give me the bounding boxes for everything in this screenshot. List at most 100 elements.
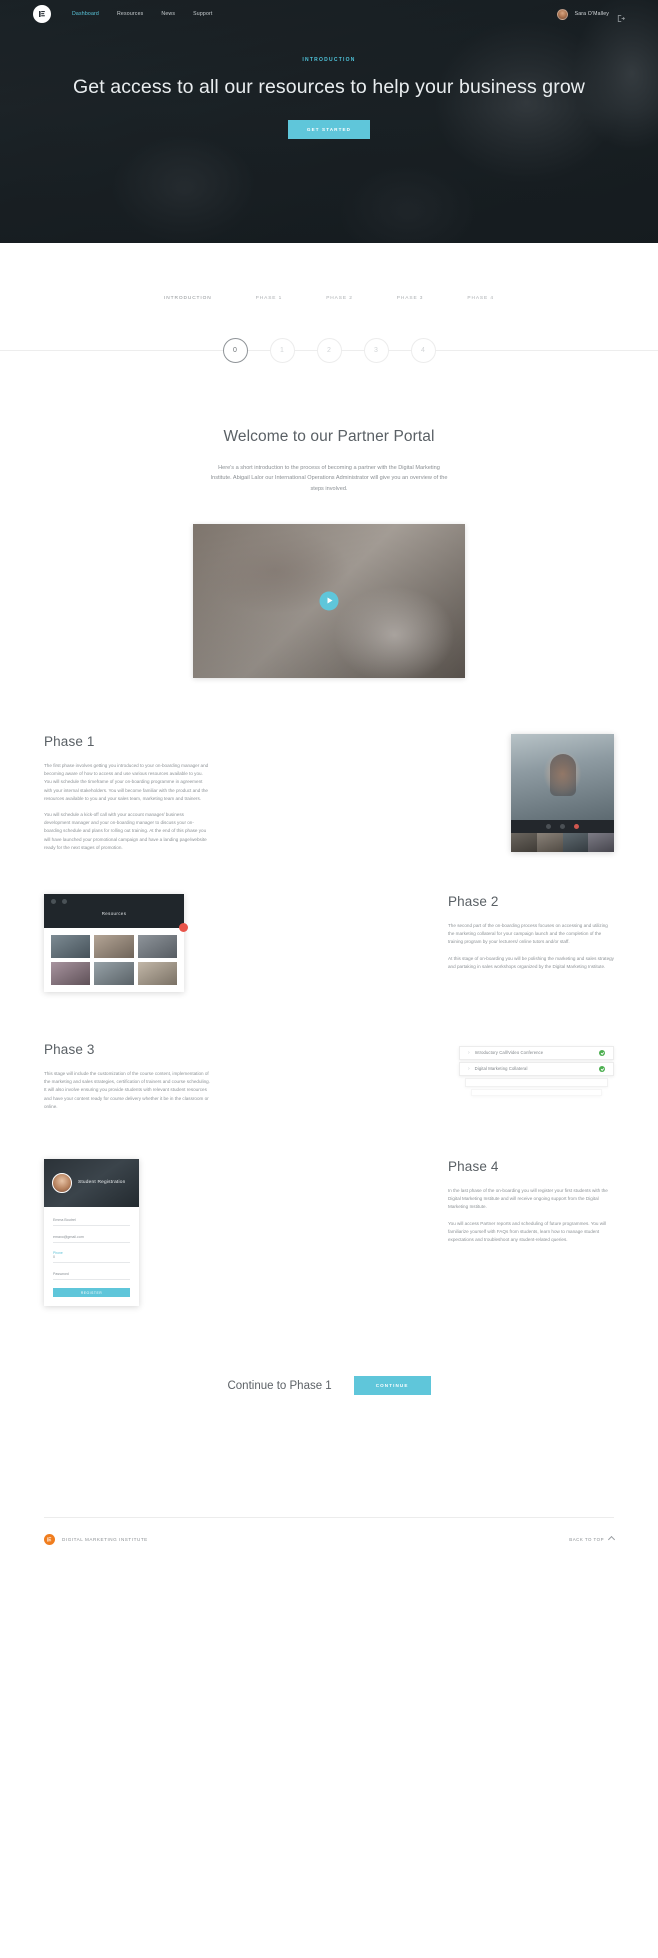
nav-link-news[interactable]: News: [161, 11, 175, 17]
tab-phase-2[interactable]: PHASE 2: [326, 296, 353, 301]
phase-1-media: [448, 733, 614, 852]
phase-4-media: Student Registration Emma Boutrel emaxo@…: [44, 1158, 210, 1307]
registration-header: Student Registration: [44, 1158, 139, 1207]
caret-up-icon: [607, 1536, 616, 1544]
phase-2-section: Resources Phase 2 The second part of the…: [0, 893, 658, 992]
phone-value: 0: [53, 1255, 55, 1260]
resource-tile: [94, 934, 134, 958]
footer-brand-label: DIGITAL MARKETING INSTITUTE: [62, 1537, 148, 1543]
checklist-label: Introductory Call/Video Conference: [474, 1050, 544, 1056]
field-underline: [53, 1262, 130, 1263]
status-complete-icon: [599, 1049, 605, 1056]
step-circle-0[interactable]: 0: [222, 337, 248, 363]
phase-3-paragraph-1: This stage will include the customizatio…: [44, 1070, 210, 1109]
user-name-label: Sara O'Malley: [574, 11, 609, 17]
page-footer: DIGITAL MARKETING INSTITUTE BACK TO TOP: [0, 1517, 658, 1559]
back-to-top-label: BACK TO TOP: [569, 1537, 604, 1543]
logout-icon[interactable]: [616, 10, 625, 22]
phase-3-title: Phase 3: [44, 1041, 95, 1057]
participant-tile: [511, 832, 537, 852]
intro-video-player[interactable]: [193, 523, 465, 678]
resources-browser-screenshot: Resources: [44, 893, 188, 992]
field-underline: [53, 1224, 130, 1226]
resources-browser-title: Resources: [101, 911, 127, 917]
checklist-row: › Introductory Call/Video Conference: [459, 1045, 614, 1060]
avatar[interactable]: [556, 8, 568, 20]
step-circle-2[interactable]: 2: [316, 337, 342, 363]
browser-dot-icon: [51, 898, 56, 904]
resource-tile: [94, 961, 134, 985]
password-field[interactable]: Password: [53, 1272, 130, 1280]
nav-link-resources[interactable]: Resources: [117, 11, 143, 17]
tab-introduction[interactable]: INTRODUCTION: [164, 296, 212, 301]
dmi-footer-logo-icon: [44, 1534, 55, 1546]
registration-heading: Student Registration: [78, 1180, 126, 1186]
step-circle-1[interactable]: 1: [269, 337, 295, 363]
end-call-icon[interactable]: [574, 823, 579, 829]
chevron-right-icon: ›: [468, 1065, 470, 1072]
welcome-body: Here's a short introduction to the proce…: [210, 465, 448, 492]
phase-4-title: Phase 4: [448, 1158, 499, 1174]
nav-link-support[interactable]: Support: [193, 11, 212, 17]
participant-tile: [536, 832, 563, 852]
hero-content: INTRODUCTION Get access to all our resou…: [0, 28, 658, 139]
page-title: Welcome to our Partner Portal: [223, 428, 435, 445]
phase-1-title: Phase 1: [44, 733, 95, 749]
name-value: Emma Boutrel: [53, 1217, 76, 1222]
video-conference-controls: [511, 819, 614, 833]
partner-portal-page: Dashboard Resources News Support Sara O'…: [0, 0, 658, 1559]
phase-stepper: INTRODUCTION PHASE 1 PHASE 2 PHASE 3 PHA…: [0, 243, 658, 380]
back-to-top-button[interactable]: BACK TO TOP: [569, 1536, 616, 1544]
student-registration-screenshot: Student Registration Emma Boutrel emaxo@…: [44, 1158, 139, 1307]
phase-2-paragraph-1: The second part of the on-boarding proce…: [448, 922, 608, 945]
step-circles: 0 1 2 3 4: [0, 320, 658, 380]
dmi-logo-icon[interactable]: [33, 5, 51, 23]
step-circle-4[interactable]: 4: [410, 337, 436, 363]
phase-3-media: › Introductory Call/Video Conference › D…: [448, 1042, 614, 1098]
email-field[interactable]: emaxo@gmail.com: [53, 1235, 130, 1243]
hero-eyebrow: INTRODUCTION: [302, 57, 356, 63]
resource-tile: [51, 961, 91, 985]
checklist-row-collapsed: [471, 1088, 602, 1096]
resource-tile: [51, 934, 91, 958]
registration-form: Emma Boutrel emaxo@gmail.com Phone 0 Pas…: [44, 1207, 139, 1306]
participant-tile: [562, 832, 589, 852]
tab-phase-4[interactable]: PHASE 4: [467, 296, 494, 301]
continue-section: Continue to Phase 1 CONTINUE: [0, 1376, 658, 1396]
participant-tile: [588, 832, 614, 852]
email-value: emaxo@gmail.com: [53, 1234, 84, 1239]
tab-phase-3[interactable]: PHASE 3: [397, 296, 424, 301]
name-field[interactable]: Emma Boutrel: [53, 1218, 130, 1226]
step-circle-3[interactable]: 3: [363, 337, 389, 363]
phase-3-text: Phase 3 This stage will include the cust…: [44, 1042, 210, 1111]
field-underline: [53, 1241, 130, 1243]
password-value: Password: [53, 1271, 69, 1276]
nav-links: Dashboard Resources News Support: [72, 11, 213, 17]
user-menu[interactable]: Sara O'Malley: [556, 8, 625, 22]
phone-field[interactable]: Phone 0: [53, 1251, 130, 1263]
play-icon[interactable]: [319, 591, 339, 611]
mute-icon[interactable]: [546, 823, 551, 829]
chevron-right-icon: ›: [468, 1049, 470, 1056]
phase-3-section: Phase 3 This stage will include the cust…: [0, 1042, 658, 1111]
checklist-row: › Digital Marketing Collateral: [459, 1061, 614, 1076]
browser-dot-icon: [62, 898, 67, 904]
hero-title: Get access to all our resources to help …: [73, 76, 585, 98]
phase-2-title: Phase 2: [448, 893, 499, 909]
camera-icon[interactable]: [560, 823, 565, 829]
phase-2-paragraph-2: At this stage of on-boarding you will be…: [448, 955, 614, 969]
phase-1-section: Phase 1 The first phase involves getting…: [0, 733, 658, 852]
continue-button[interactable]: CONTINUE: [353, 1376, 431, 1396]
phase-1-paragraph-1: The first phase involves getting you int…: [44, 762, 209, 801]
tab-phase-1[interactable]: PHASE 1: [256, 296, 283, 301]
status-complete-icon: [599, 1065, 605, 1072]
field-underline: [53, 1278, 130, 1280]
video-conference-participants: [511, 832, 614, 852]
phase-4-section: Student Registration Emma Boutrel emaxo@…: [0, 1158, 658, 1307]
get-started-button[interactable]: GET STARTED: [287, 120, 371, 139]
register-button[interactable]: Register: [53, 1288, 130, 1298]
resource-tile: [137, 934, 177, 958]
phase-4-text: Phase 4 In the last phase of the on-boar…: [448, 1159, 614, 1244]
nav-link-dashboard[interactable]: Dashboard: [72, 11, 99, 17]
continue-label: Continue to Phase 1: [227, 1379, 332, 1392]
